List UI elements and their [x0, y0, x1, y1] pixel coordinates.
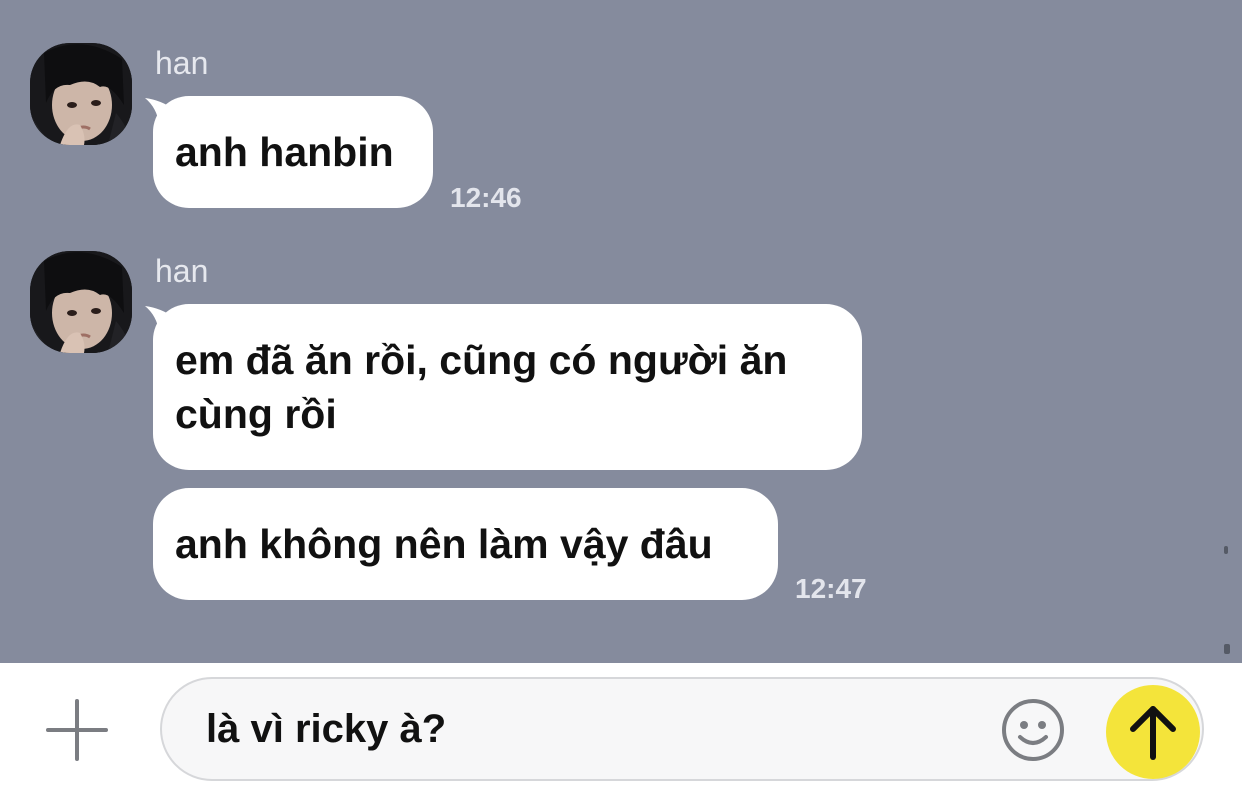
sender-avatar[interactable] [30, 251, 132, 353]
smiley-face-icon[interactable] [1000, 697, 1066, 763]
chat-screen: han anh hanbin 12:46 han em đã ăn rồi, c… [0, 0, 1242, 795]
sender-name: han [155, 45, 209, 81]
arrow-up-icon [1130, 706, 1176, 760]
message-text: anh không nên làm vậy đâu [175, 521, 713, 567]
message-text: anh hanbin [175, 129, 394, 175]
message-bubble[interactable]: anh không nên làm vậy đâu [153, 488, 778, 600]
message-input[interactable]: là vì ricky à? [160, 677, 1204, 781]
send-button[interactable] [1106, 685, 1200, 779]
message-timestamp: 12:46 [450, 182, 522, 213]
avatar-photo-icon [30, 251, 132, 353]
message-bubble[interactable]: anh hanbin [145, 96, 433, 208]
message-list[interactable]: han anh hanbin 12:46 han em đã ăn rồi, c… [0, 0, 1242, 663]
scrollbar-thumb[interactable] [1224, 644, 1230, 654]
sender-avatar[interactable] [30, 43, 132, 145]
message-text: em đã ăn rồi, cũng có người ăn cùng rồi [175, 337, 788, 437]
plus-icon[interactable] [42, 695, 112, 765]
message-composer: là vì ricky à? [0, 663, 1242, 795]
message-input-text: là vì ricky à? [206, 707, 447, 751]
scrollbar-indicator[interactable] [1224, 546, 1228, 554]
message-timestamp: 12:47 [795, 573, 867, 604]
avatar-photo-icon [30, 43, 132, 145]
message-bubble[interactable]: em đã ăn rồi, cũng có người ăn cùng rồi [145, 304, 862, 470]
sender-name: han [155, 253, 209, 289]
bubble-tail [145, 98, 175, 124]
bubble-tail [145, 306, 175, 332]
